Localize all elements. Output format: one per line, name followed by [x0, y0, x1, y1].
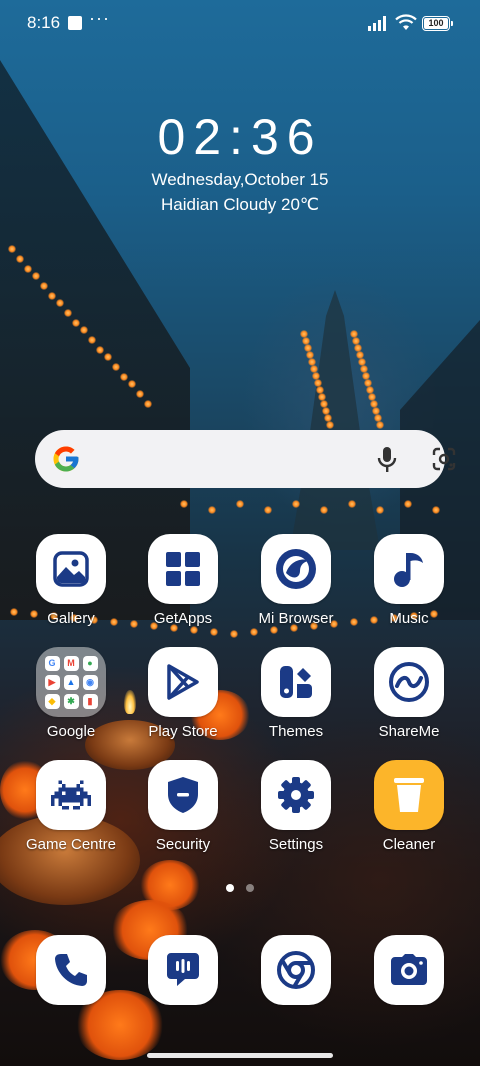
- google-logo-icon: [53, 446, 79, 472]
- app-label: Settings: [268, 836, 324, 853]
- cleaner-icon[interactable]: [374, 760, 444, 830]
- wallpaper-light: [376, 421, 384, 429]
- wifi-icon: [395, 14, 417, 30]
- app-play-store[interactable]: Play Store: [123, 647, 243, 740]
- wallpaper-light: [16, 255, 24, 263]
- dock-camera[interactable]: [349, 935, 469, 1005]
- wallpaper-light: [292, 500, 300, 508]
- wallpaper-light: [88, 336, 96, 344]
- dock-phone[interactable]: [11, 935, 131, 1005]
- app-label: GetApps: [153, 610, 213, 627]
- wallpaper-light: [64, 309, 72, 317]
- app-settings[interactable]: Settings: [236, 760, 356, 853]
- mi-browser-icon[interactable]: [261, 534, 331, 604]
- status-bar: 8:16 ··· 100: [0, 0, 480, 48]
- app-cleaner[interactable]: Cleaner: [349, 760, 469, 853]
- wallpaper-light: [432, 506, 440, 514]
- wallpaper-light: [56, 299, 64, 307]
- wallpaper-light: [128, 380, 136, 388]
- wallpaper-light: [8, 245, 16, 253]
- wallpaper-light: [24, 265, 32, 273]
- app-label: Play Store: [148, 723, 218, 740]
- app-label: Themes: [268, 723, 324, 740]
- wallpaper-light: [72, 319, 80, 327]
- game-centre-icon[interactable]: [36, 760, 106, 830]
- wallpaper-light: [120, 373, 128, 381]
- dock-chrome[interactable]: [236, 935, 356, 1005]
- wallpaper-temple: [290, 290, 380, 550]
- google-search-bar[interactable]: [35, 430, 456, 488]
- signal-icon: [368, 16, 386, 31]
- wallpaper-light: [230, 630, 238, 638]
- wallpaper-light: [348, 500, 356, 508]
- wallpaper-light: [404, 500, 412, 508]
- app-shareme[interactable]: ShareMe: [349, 647, 469, 740]
- wallpaper-light: [210, 628, 218, 636]
- app-label: Gallery: [47, 610, 95, 627]
- app-music[interactable]: Music: [349, 534, 469, 627]
- app-label: Google: [46, 723, 96, 740]
- microphone-icon[interactable]: [377, 446, 397, 474]
- wallpaper-light: [104, 353, 112, 361]
- getapps-icon[interactable]: [148, 534, 218, 604]
- wallpaper-light: [190, 626, 198, 634]
- phone-icon[interactable]: [36, 935, 106, 1005]
- battery-level: 100: [424, 18, 448, 29]
- settings-icon[interactable]: [261, 760, 331, 830]
- battery-icon: 100: [422, 16, 453, 31]
- wallpaper-light: [264, 506, 272, 514]
- app-gallery[interactable]: Gallery: [11, 534, 131, 627]
- wallpaper-light: [48, 292, 56, 300]
- clock-widget-time[interactable]: 02:36: [0, 108, 480, 166]
- clock-widget-date[interactable]: Wednesday,October 15: [0, 170, 480, 190]
- wallpaper-light: [376, 506, 384, 514]
- music-icon[interactable]: [374, 534, 444, 604]
- wallpaper-light: [40, 282, 48, 290]
- app-themes[interactable]: Themes: [236, 647, 356, 740]
- app-security[interactable]: Security: [123, 760, 243, 853]
- wallpaper-light: [136, 390, 144, 398]
- page-indicator-dot-active[interactable]: [226, 884, 234, 892]
- notification-icon: [68, 16, 82, 30]
- chrome-icon[interactable]: [261, 935, 331, 1005]
- app-label: Security: [155, 836, 211, 853]
- wallpaper-light: [32, 272, 40, 280]
- wallpaper-light: [80, 326, 88, 334]
- security-icon[interactable]: [148, 760, 218, 830]
- app-mi-browser[interactable]: Mi Browser: [236, 534, 356, 627]
- wallpaper-light: [208, 506, 216, 514]
- app-label: Music: [389, 610, 429, 627]
- app-label: Mi Browser: [258, 610, 334, 627]
- app-google-folder[interactable]: G M ● ▶ ▲ ◉ ◆ ✱ ▮ Google: [11, 647, 131, 740]
- weather-widget[interactable]: Haidian Cloudy 20℃: [0, 195, 480, 215]
- app-label: ShareMe: [378, 723, 440, 740]
- wallpaper-light: [96, 346, 104, 354]
- home-gesture-bar[interactable]: [147, 1053, 333, 1058]
- wallpaper-light: [180, 500, 188, 508]
- wallpaper-light: [250, 628, 258, 636]
- themes-icon[interactable]: [261, 647, 331, 717]
- app-label: Cleaner: [382, 836, 436, 853]
- wallpaper-light: [320, 506, 328, 514]
- camera-icon[interactable]: [374, 935, 444, 1005]
- wallpaper-light: [236, 500, 244, 508]
- wallpaper-light: [112, 363, 120, 371]
- page-indicator-dot[interactable]: [246, 884, 254, 892]
- play-store-icon[interactable]: [148, 647, 218, 717]
- dock-messages[interactable]: [123, 935, 243, 1005]
- gallery-icon[interactable]: [36, 534, 106, 604]
- status-time: 8:16: [27, 13, 61, 32]
- app-label: Game Centre: [25, 836, 117, 853]
- more-notifications-icon: ···: [89, 8, 110, 28]
- google-folder-icon[interactable]: G M ● ▶ ▲ ◉ ◆ ✱ ▮: [36, 647, 106, 717]
- shareme-icon[interactable]: [374, 647, 444, 717]
- google-lens-icon[interactable]: [431, 447, 457, 471]
- messages-icon[interactable]: [148, 935, 218, 1005]
- wallpaper-light: [326, 421, 334, 429]
- wallpaper-light: [144, 400, 152, 408]
- app-game-centre[interactable]: Game Centre: [11, 760, 131, 853]
- wallpaper-light: [270, 626, 278, 634]
- app-getapps[interactable]: GetApps: [123, 534, 243, 627]
